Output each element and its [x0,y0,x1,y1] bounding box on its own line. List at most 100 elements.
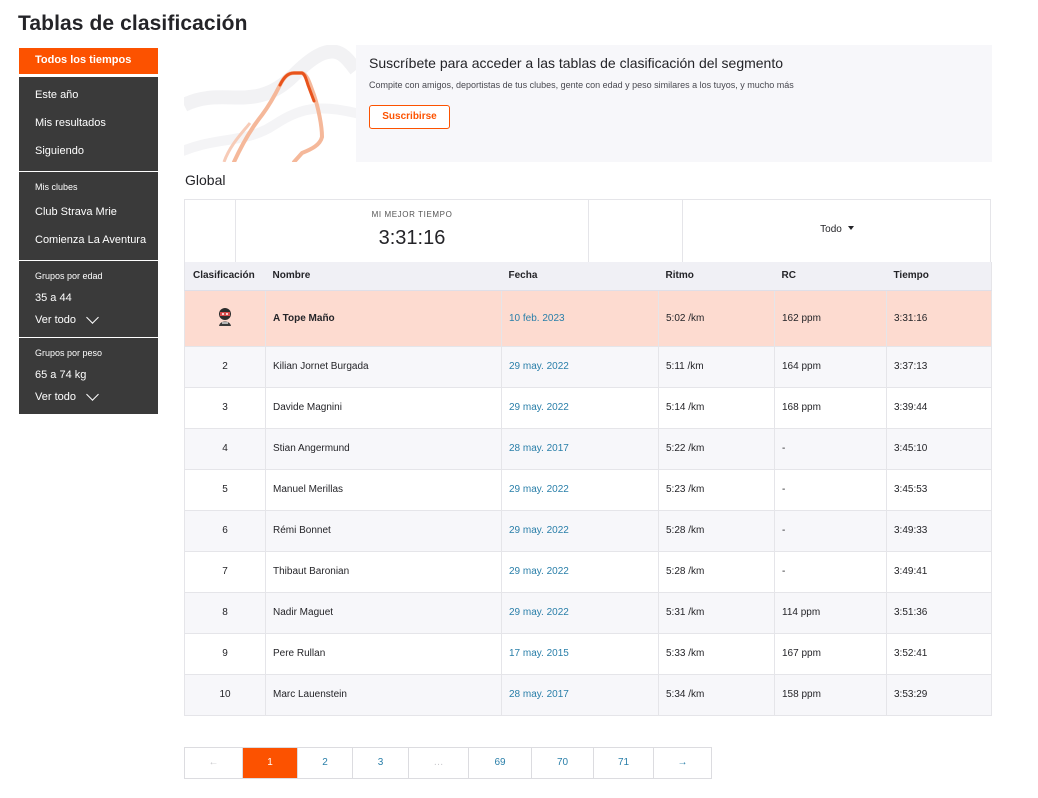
sidebar-item-my-results[interactable]: Mis resultados [19,109,158,137]
weight-view-all-toggle[interactable]: Ver todo [19,386,158,408]
table-header-row: Clasificación Nombre Fecha Ritmo RC Tiem… [184,262,992,291]
chevron-down-icon [86,387,99,401]
page-70-button[interactable]: 70 [532,748,594,778]
athlete-name-link[interactable]: Nadir Maguet [265,592,502,634]
rank-cell: 4 [184,428,266,470]
column-header-time[interactable]: Tiempo [886,262,992,291]
best-time-spacer [185,200,236,262]
athlete-avatar-icon [219,307,231,326]
pace-cell: 5:22 /km [658,428,775,470]
clubs-heading: Mis clubes [35,182,78,192]
activity-date-link[interactable]: 29 may. 2022 [501,551,659,593]
rank-cell: 9 [184,633,266,675]
sidebar-item-following[interactable]: Siguiendo [19,137,158,165]
activity-date-link[interactable]: 28 may. 2017 [501,428,659,470]
pace-cell: 5:33 /km [658,633,775,675]
time-cell: 3:52:41 [886,633,992,675]
activity-date-link[interactable]: 29 may. 2022 [501,346,659,388]
pace-cell: 5:23 /km [658,469,775,511]
table-row: 4 Stian Angermund 28 may. 2017 5:22 /km -3:4… [184,428,992,470]
activity-date-link[interactable]: 10 feb. 2023 [501,290,659,347]
athlete-name-link[interactable]: Kilian Jornet Burgada [265,346,502,388]
athlete-name-link[interactable]: Thibaut Baronian [265,551,502,593]
activity-date-link[interactable]: 29 may. 2022 [501,469,659,511]
athlete-name-link[interactable]: Davide Magnini [265,387,502,429]
athlete-name-link[interactable]: A Tope Maño [265,290,502,347]
sidebar-item-all-time[interactable]: Todos los tiempos [19,48,158,74]
rank-cell: 8 [184,592,266,634]
time-cell: 3:39:44 [886,387,992,429]
column-header-rank[interactable]: Clasificación [184,262,266,291]
weight-view-all-label: Ver todo [35,391,76,403]
page-3-button[interactable]: 3 [353,748,409,778]
pace-cell: 5:28 /km [658,510,775,552]
subscribe-button[interactable]: Suscribirse [369,105,450,129]
age-view-all-label: Ver todo [35,314,76,326]
time-cell: 3:45:53 [886,469,992,511]
weight-filter-group: Grupos por peso 65 a 74 kg Ver todo [19,338,158,414]
subscribe-promo-banner: Suscríbete para acceder a las tablas de … [184,45,992,162]
table-row: 2 Kilian Jornet Burgada 29 may. 2022 5:11 /… [184,346,992,388]
table-row: 6 Rémi Bonnet 29 may. 2022 5:28 /km -3:49:33 [184,510,992,552]
sidebar-item-club-strava-mrie[interactable]: Club Strava Mrie [19,198,158,226]
pagination-ellipsis: … [409,748,469,778]
heart-rate-cell: 164 ppm [774,346,887,388]
page-69-button[interactable]: 69 [469,748,532,778]
sidebar-item-this-year[interactable]: Este año [19,81,158,109]
time-cell: 3:49:41 [886,551,992,593]
activity-date-link[interactable]: 29 may. 2022 [501,592,659,634]
my-result-row: A Tope Maño 10 feb. 2023 5:02 /km 162 ppm 3:… [184,290,992,347]
age-view-all-toggle[interactable]: Ver todo [19,309,158,331]
rank-cell: 10 [184,674,266,716]
heart-rate-cell: 167 ppm [774,633,887,675]
column-header-name[interactable]: Nombre [265,262,502,291]
table-row: 3 Davide Magnini 29 may. 2022 5:14 /km 168 p… [184,387,992,429]
athlete-name-link[interactable]: Marc Lauenstein [265,674,502,716]
rank-cell [184,290,266,347]
athlete-name-link[interactable]: Rémi Bonnet [265,510,502,552]
athlete-name-link[interactable]: Pere Rullan [265,633,502,675]
caret-down-icon [847,226,854,230]
sidebar-item-club-comienza[interactable]: Comienza La Aventura [19,226,158,254]
previous-page-button: ← [185,748,243,778]
filter-cell: Todo [683,200,991,262]
sidebar-item-weight-range[interactable]: 65 a 74 kg [19,364,158,386]
heart-rate-cell: - [774,551,887,593]
activity-date-link[interactable]: 29 may. 2022 [501,387,659,429]
activity-date-link[interactable]: 17 may. 2015 [501,633,659,675]
column-header-pace[interactable]: Ritmo [658,262,775,291]
age-filter-group: Grupos por edad 35 a 44 Ver todo [19,261,158,338]
table-row: 8 Nadir Maguet 29 may. 2022 5:31 /km 114 ppm… [184,592,992,634]
pace-cell: 5:02 /km [658,290,775,347]
best-time-label: MI MEJOR TIEMPO [371,210,453,219]
heart-rate-cell: - [774,510,887,552]
athlete-name-link[interactable]: Stian Angermund [265,428,502,470]
column-header-date[interactable]: Fecha [501,262,659,291]
activity-date-link[interactable]: 28 may. 2017 [501,674,659,716]
activity-date-link[interactable]: 29 may. 2022 [501,510,659,552]
table-row: 10 Marc Lauenstein 28 may. 2017 5:34 /km 158… [184,674,992,716]
clubs-filter-group: Mis clubes Club Strava Mrie Comienza La … [19,172,158,261]
rank-cell: 3 [184,387,266,429]
page-2-button[interactable]: 2 [298,748,353,778]
page-71-button[interactable]: 71 [594,748,654,778]
age-heading: Grupos por edad [35,271,103,281]
best-time-spacer-2 [589,200,683,262]
time-cell: 3:51:36 [886,592,992,634]
leaderboard-table: Clasificación Nombre Fecha Ritmo RC Tiem… [184,262,992,716]
column-header-heart-rate[interactable]: RC [774,262,887,291]
athlete-name-link[interactable]: Manuel Merillas [265,469,502,511]
time-cell: 3:45:10 [886,428,992,470]
date-range-filter-dropdown[interactable]: Todo [683,224,991,235]
table-row: 5 Manuel Merillas 29 may. 2022 5:23 /km -3:4… [184,469,992,511]
page-1-button[interactable]: 1 [243,748,298,778]
rank-cell: 2 [184,346,266,388]
pagination: ← 1 2 3… 69 70 71 → [184,747,712,779]
time-cell: 3:53:29 [886,674,992,716]
next-page-button[interactable]: → [654,748,711,778]
best-time-cell: MI MEJOR TIEMPO 3:31:16 [236,200,589,262]
segment-map-illustration [184,45,356,162]
sidebar-item-age-range[interactable]: 35 a 44 [19,287,158,309]
pace-cell: 5:14 /km [658,387,775,429]
rank-cell: 5 [184,469,266,511]
